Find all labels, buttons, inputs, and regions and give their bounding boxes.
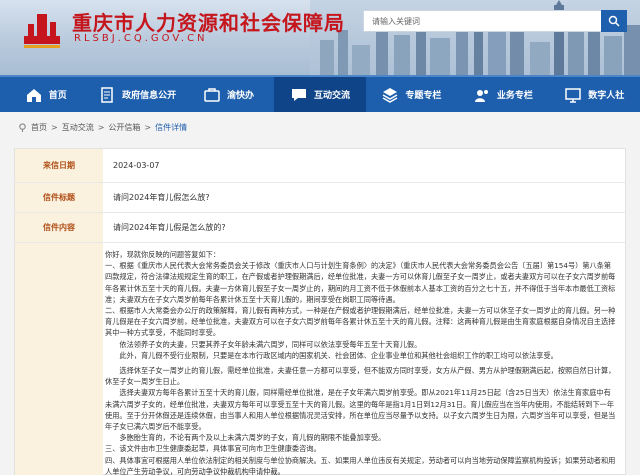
- nav-item-label: 互动交流: [313, 91, 350, 101]
- reply-paragraph: 选择夫妻双方每年各累计五至十天的育儿假，同样需经单位批准，是在子女年满六周岁前享…: [105, 388, 616, 432]
- nav-item-label: 数字人社: [588, 91, 625, 101]
- reply-paragraph: 选择休至子女一周岁止的育儿假，需经单位批准，夫妻任意一方都可以享受，但不能双方同…: [105, 366, 616, 387]
- breadcrumb-separator: >: [51, 123, 58, 132]
- breadcrumb-current: 信件详情: [155, 123, 188, 132]
- chat-icon: [291, 88, 306, 101]
- content-value: 请问2024年育儿假是怎么放的?: [113, 223, 226, 232]
- date-label: 来信日期: [15, 149, 103, 182]
- breadcrumb-mailbox[interactable]: 公开信箱: [108, 122, 140, 133]
- title-row: 信件标题 请问2024年育儿假怎么放?: [15, 183, 625, 213]
- reply-paragraph: 一、根据《重庆市人民代表大会常务委员会关于修改〈重庆市人口与计划生育条例〉的决定…: [105, 261, 616, 304]
- title-label: 信件标题: [15, 183, 103, 212]
- search-icon: [608, 15, 620, 27]
- title-value: 请问2024年育儿假怎么放?: [113, 193, 210, 202]
- location-icon: [19, 123, 26, 132]
- site-logo: [24, 14, 60, 48]
- header-banner: 重庆市人力资源和社会保障局 RLSBJ.CQ.GOV.CN 请输入关键词: [0, 0, 640, 75]
- reply-paragraph: 二、根据市人大常委会办公厅的政策解释，育儿假有两种方式，一种是在产假或者护理假期…: [105, 306, 616, 338]
- home-icon: [26, 88, 41, 102]
- search-button[interactable]: [601, 10, 627, 32]
- breadcrumb: 首页 > 互动交流 > 公开信箱 > 信件详情: [18, 122, 187, 133]
- layers-icon: [383, 87, 398, 103]
- breadcrumb-separator: >: [144, 123, 152, 132]
- nav-item-label: 首页: [48, 91, 67, 101]
- nav-item-service[interactable]: 渝快办: [183, 77, 274, 112]
- nav-item-digital[interactable]: 数字人社: [549, 77, 640, 112]
- reply-paragraph: 多胞胎生育的，不论有两个及以上未满六周岁的子女，育儿假的期限不能叠加享受。: [119, 433, 386, 443]
- reply-label-column: [15, 243, 103, 475]
- date-row: 来信日期 2024-03-07: [15, 149, 625, 183]
- nav-item-home[interactable]: 首页: [0, 77, 91, 112]
- document-icon: [101, 86, 113, 103]
- nav-item-label: 政府信息公开: [122, 91, 177, 101]
- nav-item-topics[interactable]: 专题专栏: [366, 77, 457, 112]
- nav-item-interaction[interactable]: 互动交流: [274, 77, 366, 112]
- nav-item-label: 渝快办: [227, 91, 255, 101]
- reply-body: 你好，现就你反映的问题答复如下： 一、根据《重庆市人民代表大会常务委员会关于修改…: [105, 249, 617, 475]
- content-label: 信件内容: [15, 213, 103, 242]
- breadcrumb-home[interactable]: 首页: [31, 122, 47, 133]
- site-url: RLSBJ.CQ.GOV.CN: [74, 33, 208, 44]
- nav-item-info-disclosure[interactable]: 政府信息公开: [91, 77, 182, 112]
- nav-item-label: 业务专栏: [496, 91, 533, 101]
- reply-paragraph: 三、该文件由市卫生健康委起草，具体事宜可向市卫生健康委咨询。: [105, 444, 321, 454]
- breadcrumb-interaction[interactable]: 互动交流: [62, 122, 94, 133]
- reply-paragraph: 四、具体事宜可根据用人单位依法制定的相关制度与单位协商解决。五、如果用人单位违反…: [105, 455, 616, 475]
- nav-item-label: 专题专栏: [405, 91, 442, 101]
- site-title: 重庆市人力资源和社会保障局: [72, 11, 345, 35]
- main-nav: 首页 政府信息公开 渝快办 互动交流 专题专栏 业务专栏 数字人社: [0, 75, 640, 112]
- search-input[interactable]: 请输入关键词: [363, 10, 603, 32]
- letter-detail: 来信日期 2024-03-07 信件标题 请问2024年育儿假怎么放? 信件内容…: [14, 148, 626, 475]
- reply-paragraph: 依法领养子女的夫妻，只要其养子女年龄未满六周岁，同样可以依法享受每年五至十天育儿…: [119, 339, 422, 349]
- service-icon: [204, 87, 220, 102]
- date-value: 2024-03-07: [113, 161, 160, 170]
- reply-paragraph: 你好，现就你反映的问题答复如下：: [105, 250, 221, 259]
- briefcase-icon: [474, 89, 488, 102]
- screen-icon: [565, 87, 581, 103]
- content-row: 信件内容 请问2024年育儿假是怎么放的?: [15, 213, 625, 243]
- nav-item-business[interactable]: 业务专栏: [457, 77, 548, 112]
- breadcrumb-separator: >: [97, 123, 105, 132]
- reply-paragraph: 此外，育儿假不受行业限制，只要是在本市行政区域内的国家机关、社会团体、企业事业单…: [119, 350, 558, 360]
